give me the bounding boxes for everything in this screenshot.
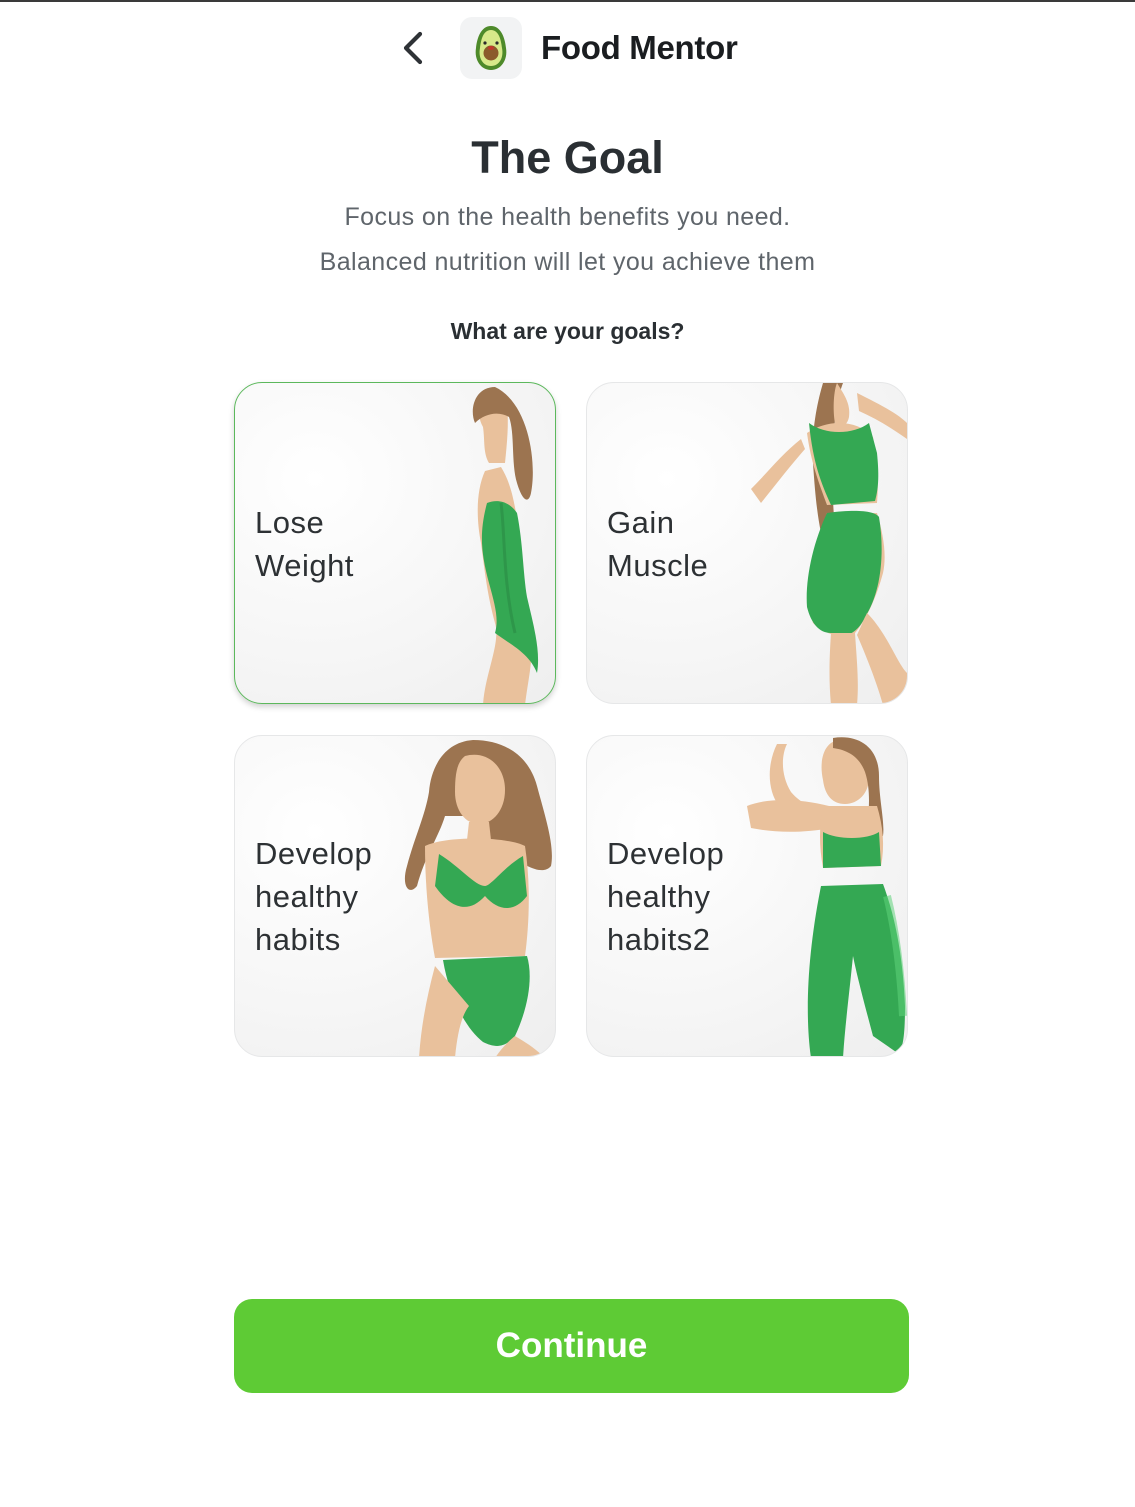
goal-label: Gain Muscle: [607, 505, 709, 583]
woman-stretching-illustration: [747, 737, 907, 1056]
logo: [460, 17, 522, 79]
goal-label: Develop healthy habits2: [607, 836, 725, 957]
avocado-icon: [475, 26, 507, 70]
subtitle-line-2: Balanced nutrition will let you achieve …: [319, 248, 816, 276]
woman-side-profile-illustration: [472, 387, 539, 703]
continue-button[interactable]: Continue: [234, 1299, 909, 1393]
page-subtitle: Focus on the health benefits you need. B…: [0, 195, 1135, 285]
brand-name: Food Mentor: [541, 29, 738, 66]
woman-bikini-illustration: [404, 740, 552, 1056]
goal-label: Lose Weight: [255, 505, 354, 583]
woman-athletic-pose-illustration: [751, 383, 907, 703]
window-top-border: [0, 0, 1135, 2]
goal-card-lose-weight[interactable]: Lose Weight: [234, 382, 556, 704]
goals-question: What are your goals?: [450, 318, 685, 344]
goal-card-healthy-habits[interactable]: Develop healthy habits: [234, 735, 556, 1057]
back-button[interactable]: [393, 26, 433, 70]
goal-label: Develop healthy habits: [255, 836, 373, 957]
goal-card-healthy-habits-2[interactable]: Develop healthy habits2: [586, 735, 908, 1057]
page-title: The Goal: [471, 132, 664, 183]
chevron-left-icon: [403, 31, 423, 65]
subtitle-line-1: Focus on the health benefits you need.: [344, 203, 791, 231]
header: Food Mentor: [0, 16, 1135, 80]
goal-card-gain-muscle[interactable]: Gain Muscle: [586, 382, 908, 704]
